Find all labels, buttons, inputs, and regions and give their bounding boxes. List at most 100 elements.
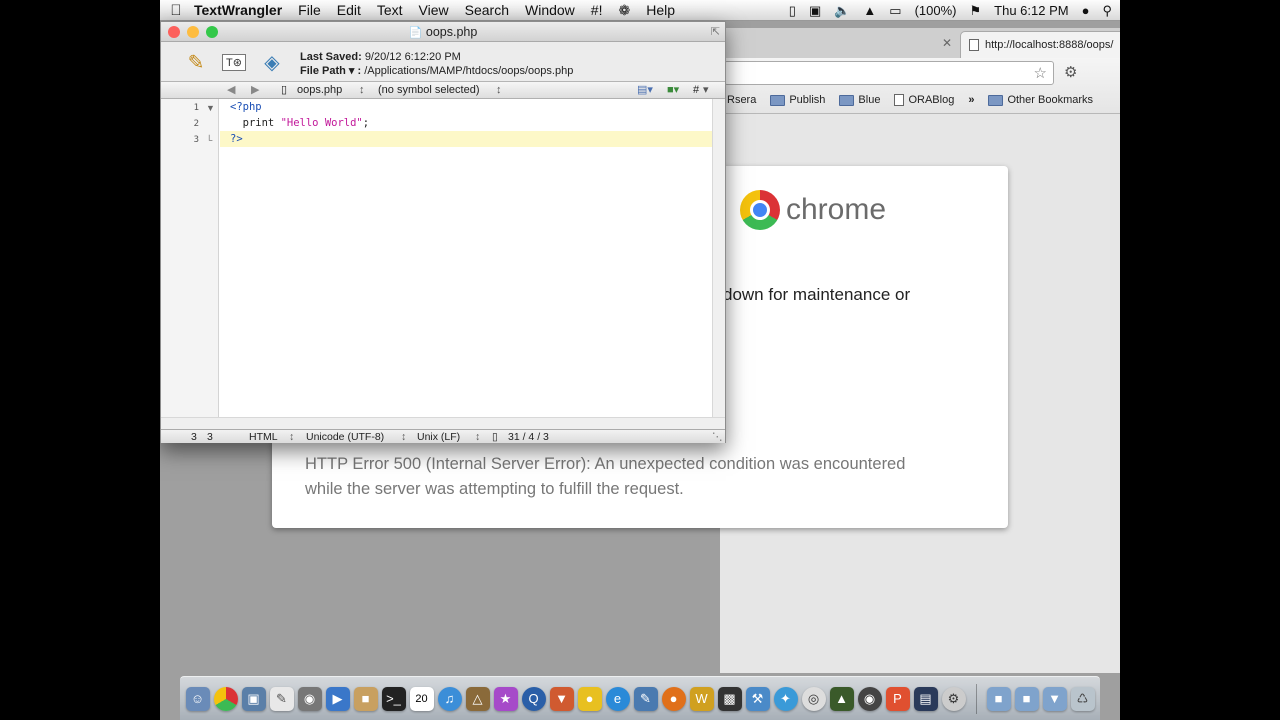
menu-app-name[interactable]: TextWrangler	[192, 2, 290, 18]
phone-icon[interactable]: ▯	[789, 3, 796, 19]
bookmark-orablog[interactable]: ORABlog	[887, 94, 961, 106]
preview-icon[interactable]: ▣	[241, 686, 266, 711]
code-line-2[interactable]: print "Hello World";	[220, 115, 712, 131]
clock[interactable]: Thu 6:12 PM	[994, 3, 1068, 18]
toolbar-toggle-icon[interactable]: ⇱	[711, 22, 720, 42]
motion-icon[interactable]: ▲	[829, 686, 854, 711]
menu-help[interactable]: Help	[638, 2, 683, 18]
battery-icon[interactable]: ▭	[889, 3, 901, 19]
compressor-icon[interactable]: ◉	[857, 686, 882, 711]
terminal-icon[interactable]: >_	[381, 686, 406, 711]
close-tab-icon[interactable]: ✕	[942, 36, 952, 50]
menu-file[interactable]: File	[290, 2, 329, 18]
textwrangler-icon[interactable]: W	[689, 686, 714, 711]
menu-shebang[interactable]: #!	[583, 2, 611, 18]
language-popup[interactable]: HTML	[249, 430, 278, 444]
globe-document-icon[interactable]: ◈	[257, 47, 287, 77]
status-line: 3	[191, 431, 197, 443]
chrome-tab-active[interactable]: http://localhost:8888/oops/	[960, 31, 1120, 58]
calendar-icon[interactable]: 20	[409, 686, 434, 711]
battery-percent[interactable]: (100%)	[915, 3, 957, 18]
forward-icon[interactable]: ▶	[251, 82, 259, 99]
itunes-icon[interactable]: ♫	[437, 686, 462, 711]
code-text[interactable]: <?php print "Hello World"; ?>	[220, 99, 712, 417]
encoding-popup[interactable]: Unicode (UTF-8)	[306, 430, 384, 444]
apple-icon[interactable]: 	[160, 2, 192, 19]
flag-icon[interactable]: ⚑	[970, 3, 982, 19]
dvd-icon[interactable]: ◎	[801, 686, 826, 711]
system-prefs-icon[interactable]: ⚙	[941, 686, 966, 711]
back-icon[interactable]: ◀	[227, 82, 235, 99]
wrench-icon[interactable]: ⚙	[1064, 63, 1077, 81]
display-icon[interactable]: ▣	[809, 3, 821, 19]
volume-icon[interactable]: 🔈	[834, 3, 850, 19]
chevron-updown-icon: ↕	[496, 84, 502, 96]
facetime-icon[interactable]: ▶	[325, 686, 350, 711]
doc-list-icon[interactable]: ▤▾	[637, 82, 653, 99]
screen-recorder-icon[interactable]: ▤	[913, 686, 938, 711]
textedit-icon[interactable]: ✎	[269, 686, 294, 711]
bookmark-overflow[interactable]: »	[961, 94, 981, 106]
zoom-button[interactable]	[206, 26, 218, 38]
symbol-popup[interactable]: (no symbol selected)	[378, 82, 480, 99]
folder-icon	[988, 94, 1004, 106]
line-number-gutter: 1 2 3 ▼ └	[161, 99, 219, 417]
textwrangler-window: 📄 oops.php ⇱ ✎ T⊛ ◈ Last Saved: 9/20/12 …	[160, 21, 726, 443]
bookmark-other[interactable]: Other Bookmarks	[981, 94, 1100, 106]
code-line-3[interactable]: ?>	[220, 131, 712, 147]
editor-area[interactable]: 1 2 3 ▼ └ <?php print "Hello World"; ?>	[161, 99, 725, 429]
menu-search[interactable]: Search	[457, 2, 517, 18]
quicktime-icon[interactable]: Q	[521, 686, 546, 711]
line-number: 1	[193, 103, 199, 113]
applications-folder-icon[interactable]: ■	[986, 686, 1011, 711]
chevron-updown-icon: ↕	[401, 431, 407, 443]
wifi-icon[interactable]: ▲	[863, 3, 876, 18]
fold-close-icon[interactable]: └	[206, 135, 212, 145]
imovie-icon[interactable]: ★	[493, 686, 518, 711]
trash-icon[interactable]: ♺	[1070, 686, 1095, 711]
script-icon[interactable]: ❁	[610, 2, 638, 19]
finder-icon[interactable]: ☺	[185, 686, 210, 711]
brush-icon[interactable]: ✎	[633, 686, 658, 711]
vertical-scrollbar[interactable]	[712, 99, 725, 417]
bookmark-publish[interactable]: Publish	[763, 94, 832, 106]
firefox-icon[interactable]: ●	[661, 686, 686, 711]
resize-grip-icon[interactable]: ⋱	[712, 430, 723, 444]
line-endings-popup[interactable]: Unix (LF)	[417, 430, 460, 444]
downloads-folder-icon[interactable]: ▼	[1042, 686, 1067, 711]
file-path-menu[interactable]: File Path ▾ :	[300, 65, 361, 77]
safari-icon[interactable]: ✦	[773, 686, 798, 711]
documents-folder-icon[interactable]: ■	[1014, 686, 1039, 711]
bookmark-rsera[interactable]: Rsera	[720, 94, 763, 106]
stickies-icon[interactable]: ■	[353, 686, 378, 711]
spotlight-icon[interactable]: ⚲	[1102, 3, 1112, 19]
menu-view[interactable]: View	[411, 2, 457, 18]
code-line-1[interactable]: <?php	[220, 99, 712, 115]
iphoto-icon[interactable]: △	[465, 686, 490, 711]
close-button[interactable]	[168, 26, 180, 38]
menu-text[interactable]: Text	[369, 2, 411, 18]
function-icon[interactable]: ■▾	[667, 82, 679, 99]
pencil-icon[interactable]: ✎	[181, 47, 211, 77]
user-icon[interactable]: ●	[1082, 3, 1090, 18]
chrome-icon[interactable]	[213, 686, 238, 711]
powerpoint-icon[interactable]: P	[885, 686, 910, 711]
final-cut-icon[interactable]: ▩	[717, 686, 742, 711]
xcode-icon[interactable]: ⚒	[745, 686, 770, 711]
fold-open-icon[interactable]: ▼	[206, 103, 215, 113]
ie-icon[interactable]: e	[605, 686, 630, 711]
text-options-icon[interactable]: T⊛	[219, 47, 249, 77]
title-bar[interactable]: 📄 oops.php ⇱	[161, 22, 725, 42]
star-icon[interactable]: ☆	[1034, 64, 1047, 82]
file-popup[interactable]: oops.php	[297, 82, 342, 99]
cyberduck-icon[interactable]: ●	[577, 686, 602, 711]
menu-window[interactable]: Window	[517, 2, 583, 18]
hash-popup[interactable]: #	[693, 82, 699, 99]
menu-edit[interactable]: Edit	[329, 2, 369, 18]
photo-booth-icon[interactable]: ◉	[297, 686, 322, 711]
error-maintenance-text: down for maintenance or	[723, 285, 911, 304]
omnibox[interactable]: ☆	[724, 61, 1054, 85]
minimize-button[interactable]	[187, 26, 199, 38]
bookmark-blue[interactable]: Blue	[832, 94, 887, 106]
keynote-icon[interactable]: ▼	[549, 686, 574, 711]
